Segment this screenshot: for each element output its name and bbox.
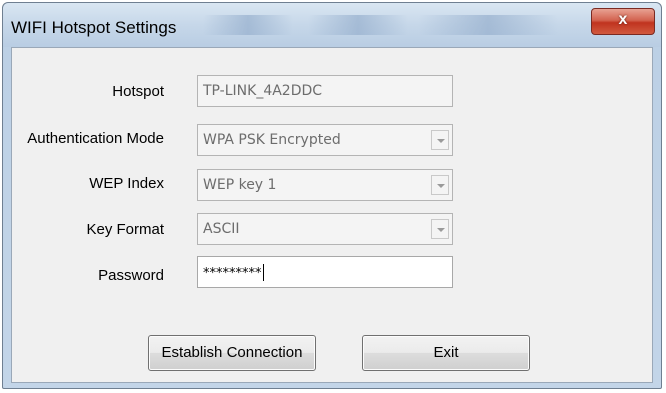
wep-index-select: WEP key 1	[197, 169, 453, 201]
establish-connection-button[interactable]: Establish Connection	[148, 335, 316, 371]
dialog-window: WIFI Hotspot Settings x Hotspot TP-LINK_…	[2, 2, 662, 389]
auth-mode-label: Authentication Mode	[27, 130, 164, 147]
background-blur	[418, 15, 558, 35]
title-bar[interactable]: WIFI Hotspot Settings x	[3, 3, 661, 47]
exit-button[interactable]: Exit	[362, 335, 530, 371]
close-button[interactable]: x	[591, 8, 655, 35]
key-format-select: ASCII	[197, 213, 453, 245]
password-input[interactable]: *********	[197, 256, 453, 288]
dialog-content: Hotspot TP-LINK_4A2DDC Authentication Mo…	[11, 47, 653, 383]
auth-mode-select: WPA PSK Encrypted	[197, 124, 453, 156]
password-value: *********	[203, 266, 262, 281]
chevron-down-icon	[431, 219, 449, 239]
chevron-down-icon	[431, 175, 449, 195]
hotspot-field: TP-LINK_4A2DDC	[197, 75, 453, 107]
window-title: WIFI Hotspot Settings	[11, 18, 177, 37]
text-caret	[262, 264, 264, 281]
chevron-down-icon	[431, 130, 449, 150]
key-format-value: ASCII	[203, 221, 240, 237]
wep-index-value: WEP key 1	[203, 177, 277, 193]
auth-mode-value: WPA PSK Encrypted	[203, 132, 341, 148]
background-blur	[308, 15, 408, 35]
wep-index-label: WEP Index	[89, 175, 164, 192]
hotspot-label: Hotspot	[112, 83, 164, 100]
close-icon: x	[618, 11, 628, 28]
background-blur	[203, 15, 293, 35]
password-label: Password	[98, 267, 164, 284]
key-format-label: Key Format	[86, 221, 164, 238]
